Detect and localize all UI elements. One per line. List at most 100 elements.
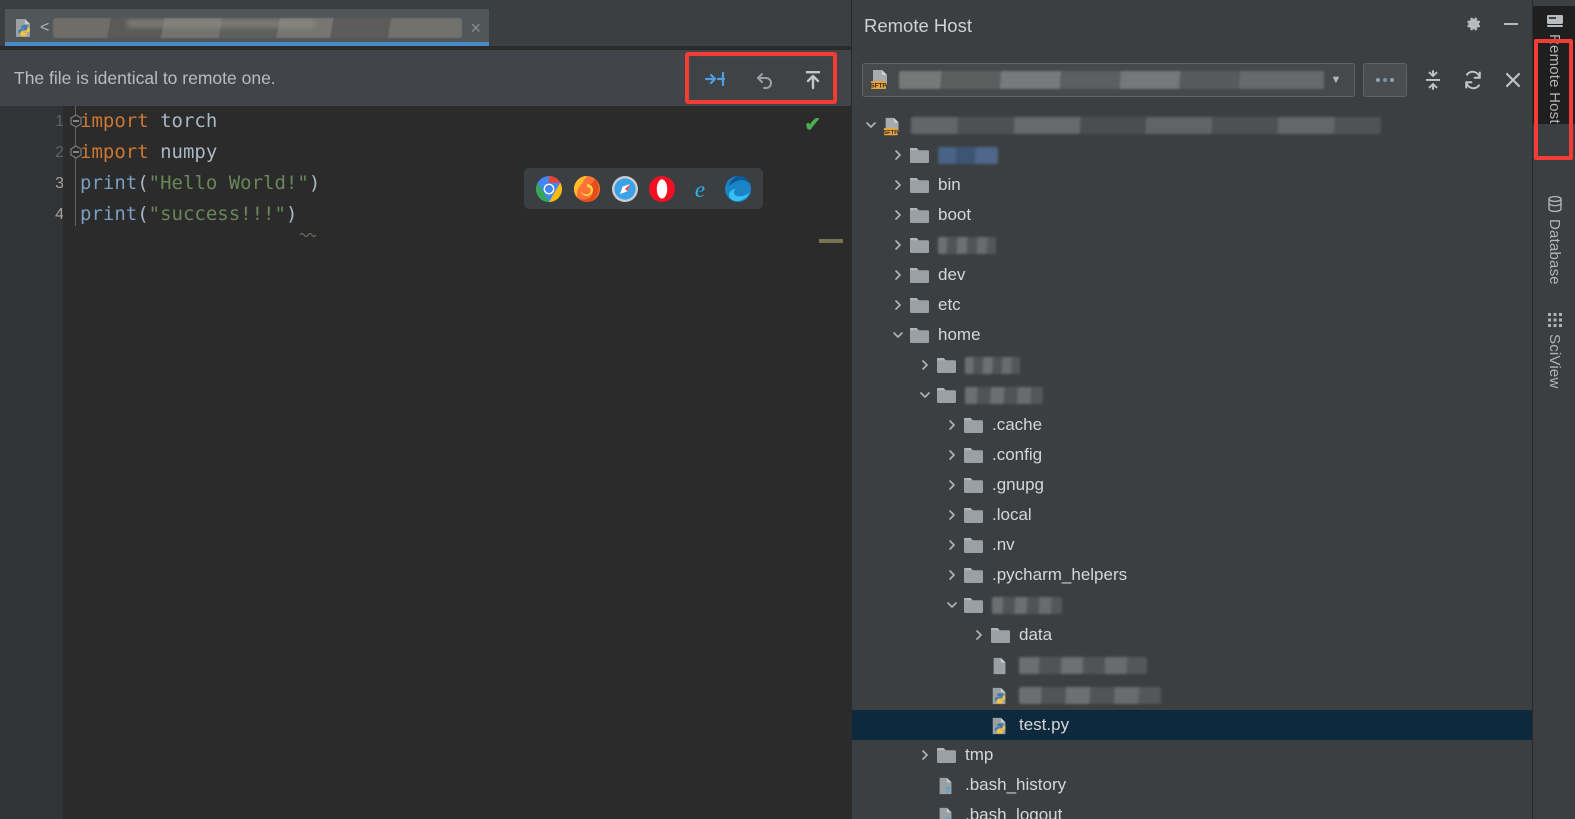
chevron-down-icon[interactable]: ▼ (1324, 74, 1348, 86)
chevron-right-icon[interactable] (941, 539, 963, 551)
python-file-icon (13, 17, 35, 39)
tree-row[interactable]: boot (852, 200, 1533, 230)
chevron-right-icon[interactable] (887, 149, 909, 161)
close-icon[interactable] (1503, 70, 1523, 90)
tree-row[interactable]: .gnupg (852, 470, 1533, 500)
folder-icon (963, 416, 985, 434)
edge-icon[interactable] (724, 175, 752, 203)
tree-row[interactable]: home (852, 320, 1533, 350)
tool-strip-label: Remote Host (1546, 34, 1563, 124)
remote-host-panel: Remote Host SFTP ▼ SFTP bin boot dev etc… (851, 0, 1533, 819)
svg-text:?: ? (945, 786, 951, 796)
tree-label-redacted (992, 596, 1062, 614)
chevron-right-icon[interactable] (914, 749, 936, 761)
tree-row-selected[interactable]: test.py (852, 710, 1533, 740)
tree-label-redacted (938, 146, 998, 164)
tree-row[interactable]: .cache (852, 410, 1533, 440)
tree-label: .local (992, 505, 1032, 524)
firefox-icon[interactable] (573, 175, 601, 203)
svg-text:e: e (695, 177, 705, 202)
internet-explorer-icon[interactable]: e (686, 175, 714, 203)
editor-tab-label-redacted (53, 17, 463, 38)
chevron-down-icon[interactable] (914, 389, 936, 401)
chevron-down-icon[interactable] (887, 329, 909, 341)
gear-icon[interactable] (1463, 14, 1483, 34)
pycharm-window: < × The file is identical to remote one. (0, 0, 1575, 819)
tree-row[interactable]: .nv (852, 530, 1533, 560)
remote-host-header-actions (1463, 14, 1521, 34)
code-line: import torch (80, 110, 218, 132)
chevron-right-icon[interactable] (941, 509, 963, 521)
chrome-icon[interactable] (535, 175, 563, 203)
chevron-down-icon[interactable] (941, 599, 963, 611)
tree-label: .pycharm_helpers (992, 565, 1128, 584)
tree-label: .bash_history (965, 775, 1067, 794)
folder-icon (963, 566, 985, 584)
tree-row[interactable]: .config (852, 440, 1533, 470)
scrollbar-marker[interactable] (819, 239, 843, 243)
tree-row[interactable]: .pycharm_helpers (852, 560, 1533, 590)
upload-icon[interactable] (796, 64, 830, 94)
chevron-right-icon[interactable] (887, 269, 909, 281)
tree-row[interactable]: data (852, 620, 1533, 650)
chevron-down-icon[interactable] (860, 119, 882, 131)
folder-icon (963, 596, 985, 614)
chevron-right-icon[interactable] (941, 419, 963, 431)
tree-row[interactable]: ? .bash_history (852, 770, 1533, 800)
folder-icon (990, 626, 1012, 644)
connection-dropdown[interactable]: SFTP ▼ (862, 63, 1355, 97)
tree-label: test.py (1019, 715, 1070, 734)
chevron-right-icon[interactable] (887, 209, 909, 221)
refresh-icon[interactable] (1462, 69, 1484, 91)
python-file-icon (990, 686, 1012, 705)
tree-label-redacted (938, 236, 996, 254)
folder-icon (963, 476, 985, 494)
browse-button[interactable] (1363, 63, 1407, 97)
tree-row[interactable]: ? .bash_logout (852, 800, 1533, 819)
tree-row[interactable]: etc (852, 290, 1533, 320)
code-line: import numpy (80, 141, 218, 163)
tree-row[interactable]: tmp (852, 740, 1533, 770)
sync-notification-text: The file is identical to remote one. (14, 67, 276, 88)
chevron-right-icon[interactable] (941, 449, 963, 461)
minimize-icon[interactable] (1501, 14, 1521, 34)
tree-row[interactable] (852, 650, 1533, 680)
folder-icon (909, 296, 931, 314)
chevron-right-icon[interactable] (968, 629, 990, 641)
tree-row[interactable] (852, 140, 1533, 170)
tree-row[interactable]: .local (852, 500, 1533, 530)
tree-row[interactable] (852, 230, 1533, 260)
chevron-right-icon[interactable] (941, 479, 963, 491)
safari-icon[interactable] (611, 175, 639, 203)
chevron-right-icon[interactable] (887, 299, 909, 311)
unknown-file-icon: ? (936, 776, 958, 796)
chevron-right-icon[interactable] (914, 359, 936, 371)
chevron-right-icon[interactable] (887, 239, 909, 251)
opera-icon[interactable] (648, 175, 676, 203)
remote-file-tree[interactable]: SFTP bin boot dev etc home .cache .config .gnupg… (852, 110, 1533, 819)
sciview-grid-icon (1547, 312, 1563, 328)
tree-row[interactable] (852, 380, 1533, 410)
folder-icon (936, 356, 958, 374)
chevron-right-icon[interactable] (941, 569, 963, 581)
tree-row[interactable]: SFTP (852, 110, 1533, 140)
merge-download-icon[interactable] (698, 64, 732, 94)
right-tool-window-strip: Remote Host Database SciView (1532, 0, 1575, 819)
tool-strip-item-remote-host[interactable]: Remote Host (1533, 6, 1575, 124)
tree-row[interactable]: dev (852, 260, 1533, 290)
tree-row[interactable]: bin (852, 170, 1533, 200)
collapse-all-icon[interactable] (1423, 69, 1443, 91)
tool-strip-item-sciview[interactable]: SciView (1533, 312, 1575, 388)
inspection-ok-icon[interactable]: ✔ (804, 112, 821, 137)
tree-row[interactable] (852, 590, 1533, 620)
tool-strip-item-database[interactable]: Database (1533, 195, 1575, 285)
tree-label: boot (938, 205, 972, 224)
tree-row[interactable] (852, 680, 1533, 710)
code-area[interactable]: import torch import numpy print("Hello W… (80, 106, 829, 819)
file-icon (990, 656, 1012, 675)
tree-row[interactable] (852, 350, 1533, 380)
close-icon[interactable]: × (470, 19, 481, 37)
editor-tab[interactable]: < × (5, 9, 489, 46)
revert-icon[interactable] (747, 64, 781, 94)
chevron-right-icon[interactable] (887, 179, 909, 191)
